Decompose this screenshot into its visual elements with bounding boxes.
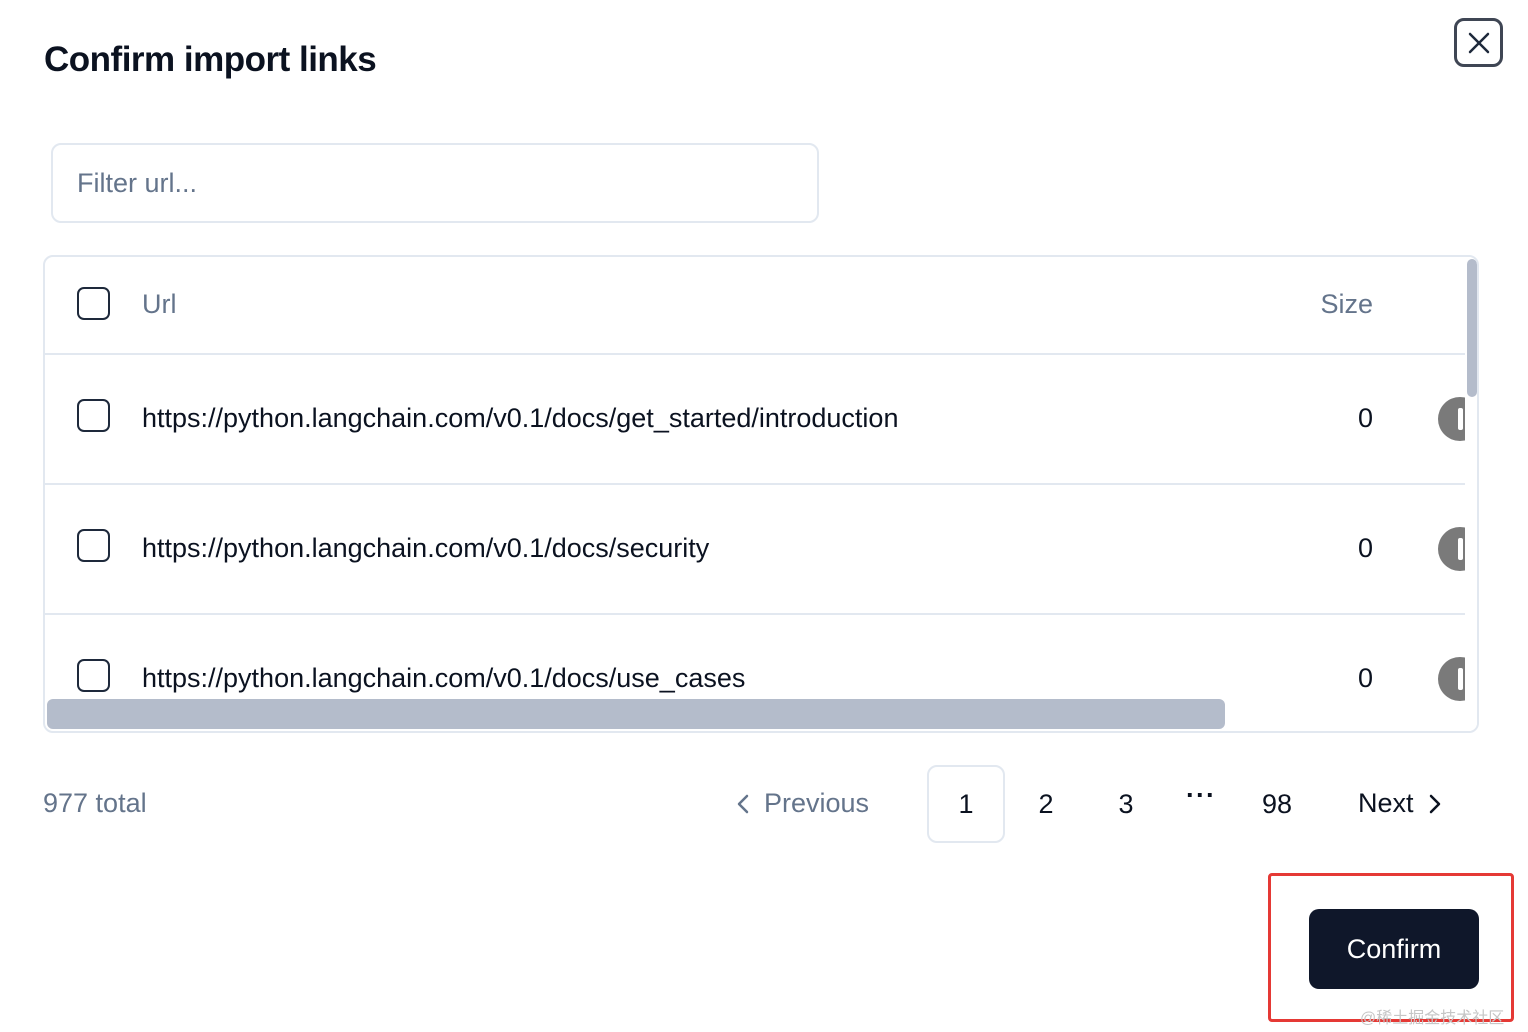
row-url: https://python.langchain.com/v0.1/docs/s…	[142, 533, 710, 563]
next-label: Next	[1358, 788, 1414, 818]
row-url: https://python.langchain.com/v0.1/docs/u…	[142, 663, 746, 693]
previous-page-button[interactable]: Previous	[736, 788, 869, 819]
dialog-title: Confirm import links	[44, 40, 377, 79]
row-checkbox[interactable]	[77, 529, 110, 562]
close-icon	[1468, 32, 1489, 53]
row-checkbox[interactable]	[77, 399, 110, 432]
filter-url-input[interactable]	[51, 143, 819, 223]
previous-label: Previous	[764, 788, 870, 818]
confirm-button[interactable]: Confirm	[1309, 909, 1479, 989]
watermark: @稀土掘金技术社区	[1360, 1010, 1505, 1027]
links-table: Url Size https://python.langchain.com/v0…	[43, 255, 1479, 733]
table-row: https://python.langchain.com/v0.1/docs/g…	[45, 355, 1477, 485]
horizontal-scrollbar-thumb[interactable]	[47, 699, 1225, 729]
pagination-ellipsis: ···	[1186, 780, 1216, 810]
chevron-right-icon	[1429, 794, 1440, 813]
close-button[interactable]	[1454, 18, 1503, 67]
row-size: 0	[1357, 663, 1373, 693]
vertical-scrollbar-thumb[interactable]	[1467, 259, 1477, 397]
page-button-3[interactable]: 3	[1087, 765, 1165, 843]
page-button-1[interactable]: 1	[927, 765, 1005, 843]
column-header-size: Size	[1320, 289, 1373, 319]
select-all-checkbox[interactable]	[77, 287, 110, 320]
table-row: https://python.langchain.com/v0.1/docs/s…	[45, 485, 1477, 615]
row-size: 0	[1357, 403, 1373, 433]
chevron-left-icon	[737, 794, 749, 813]
table-header: Url Size	[45, 257, 1465, 355]
row-size: 0	[1357, 533, 1373, 563]
total-count: 977 total	[43, 788, 147, 818]
page-button-98[interactable]: 98	[1238, 765, 1316, 843]
next-page-button[interactable]: Next	[1358, 788, 1442, 819]
page-button-2[interactable]: 2	[1007, 765, 1085, 843]
row-checkbox[interactable]	[77, 659, 110, 692]
import-links-dialog: Confirm import links Url Size https://py…	[0, 0, 1528, 1032]
row-url: https://python.langchain.com/v0.1/docs/g…	[142, 403, 899, 433]
column-header-url: Url	[142, 289, 177, 319]
